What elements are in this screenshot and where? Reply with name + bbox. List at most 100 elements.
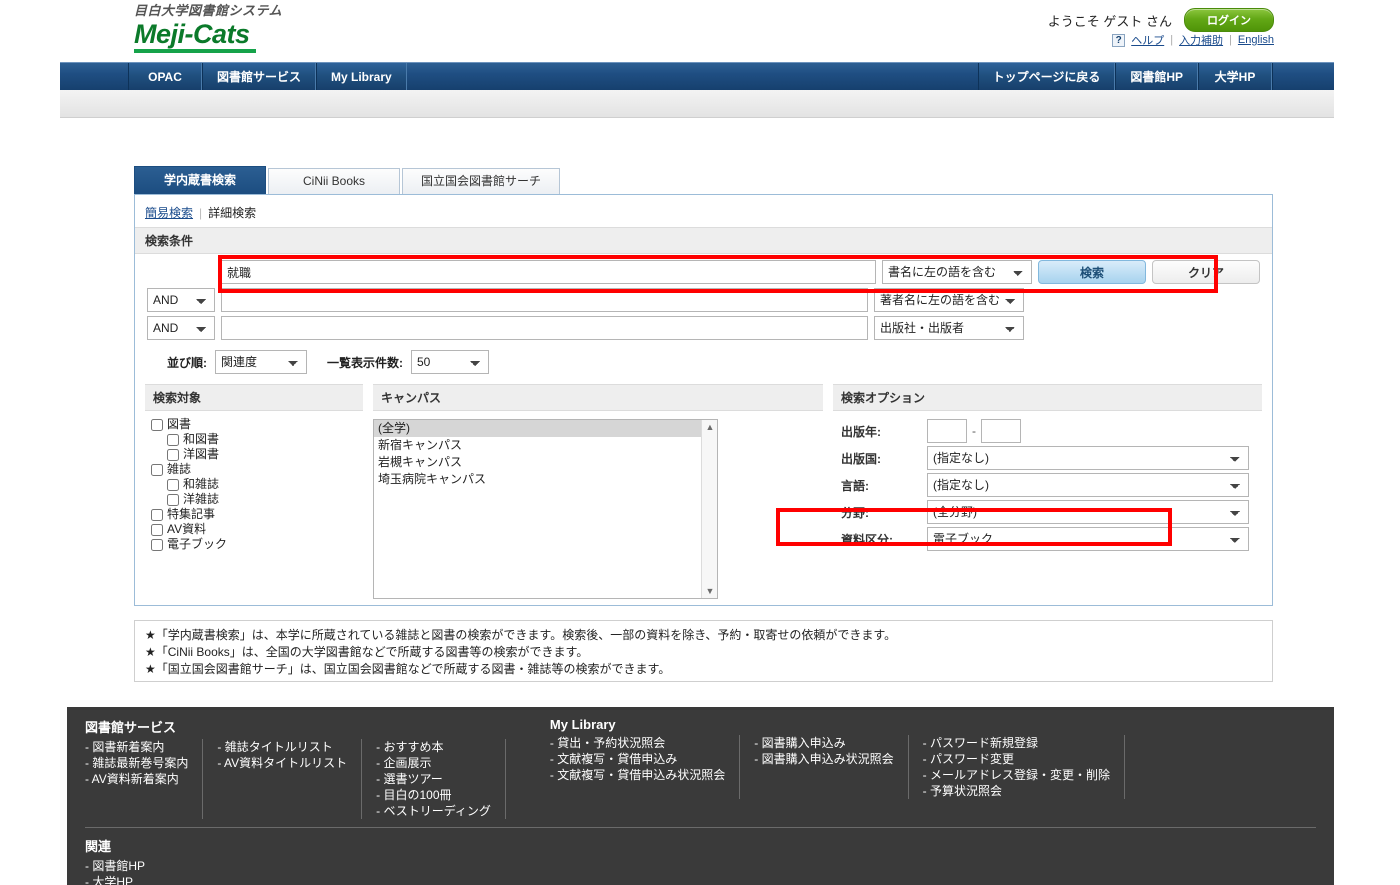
checkbox-av-shiryo[interactable] — [151, 523, 163, 536]
detailed-search-link[interactable]: 詳細検索 — [208, 206, 256, 220]
publication-year-to-input[interactable] — [981, 419, 1021, 443]
campus-option-all[interactable]: (全学) — [374, 420, 717, 437]
checkbox-item-denshi-book[interactable]: 電子ブック — [151, 537, 359, 552]
footer-title-related: 関連 — [85, 839, 112, 854]
footer-link-best-reading[interactable]: ベストリーディング — [376, 803, 491, 819]
welcome-area: ようこそ ゲスト さん ログイン — [1048, 8, 1274, 32]
search-target-header: 検索対象 — [145, 384, 363, 411]
checkbox-wa-tosho[interactable] — [167, 433, 179, 446]
nav-item-back-to-top[interactable]: トップページに戻る — [977, 63, 1116, 90]
login-button[interactable]: ログイン — [1184, 8, 1274, 32]
link-separator-1: | — [1170, 34, 1174, 46]
checkbox-item-yo-zasshi[interactable]: 洋雑誌 — [151, 492, 359, 507]
sub-navigation-bar — [60, 90, 1334, 118]
search-field-select-2[interactable]: 著者名に左の語を含む — [874, 288, 1024, 312]
scroll-down-icon[interactable]: ▼ — [705, 586, 715, 596]
campus-option-saitama-hospital[interactable]: 埼玉病院キャンパス — [374, 471, 717, 488]
campus-listbox-scrollbar[interactable]: ▲ ▼ — [701, 420, 717, 598]
site-logo[interactable]: 目白大学図書館システム Meji-Cats — [134, 3, 282, 53]
search-field-select-1[interactable]: 書名に左の語を含む — [882, 260, 1032, 284]
search-keyword-input-3[interactable] — [221, 316, 868, 340]
checkbox-label-denshi-book: 電子ブック — [167, 537, 228, 551]
campus-option-iwatsuki[interactable]: 岩槻キャンパス — [374, 454, 717, 471]
footer-link-budget-status[interactable]: 予算状況照会 — [923, 783, 1110, 799]
checkbox-denshi-book[interactable] — [151, 538, 163, 551]
scroll-up-icon[interactable]: ▲ — [705, 422, 715, 432]
footer-link-purchase-status[interactable]: 図書購入申込み状況照会 — [754, 751, 894, 767]
checkbox-wa-zasshi[interactable] — [167, 478, 179, 491]
nav-item-library-hp[interactable]: 図書館HP — [1115, 63, 1198, 90]
search-button[interactable]: 検索 — [1038, 260, 1146, 284]
footer-link-email-manage[interactable]: メールアドレス登録・変更・削除 — [923, 767, 1110, 783]
footer-group-library-service: 図書館サービス 図書新着案内 雑誌最新巻号案内 AV資料新着案内 雑誌タイトルリ… — [67, 713, 532, 819]
checkbox-item-av-shiryo[interactable]: AV資料 — [151, 522, 359, 537]
footer-link-ill-status[interactable]: 文献複写・貸借申込み状況照会 — [550, 767, 725, 783]
footer-link-journal-title-list[interactable]: 雑誌タイトルリスト — [217, 739, 347, 755]
note-line-1: ★「学内蔵書検索」は、本学に所蔵されている雑誌と図書の検索ができます。検索後、一… — [145, 628, 897, 642]
nav-item-university-hp[interactable]: 大学HP — [1198, 63, 1272, 90]
publication-year-from-input[interactable] — [927, 419, 967, 443]
footer-link-password-register[interactable]: パスワード新規登録 — [923, 735, 1110, 751]
nav-item-opac[interactable]: OPAC — [128, 63, 202, 90]
checkbox-yo-zasshi[interactable] — [167, 493, 179, 506]
checkbox-tokushu-kiji[interactable] — [151, 508, 163, 521]
footer-link-new-av[interactable]: AV資料新着案内 — [85, 771, 188, 787]
sort-order-select[interactable]: 関連度 — [215, 350, 307, 374]
footer-link-loan-status[interactable]: 貸出・予約状況照会 — [550, 735, 725, 751]
material-type-select[interactable]: 電子ブック — [927, 527, 1249, 551]
publication-country-select[interactable]: (指定なし) — [927, 446, 1249, 470]
checkbox-item-tosho[interactable]: 図書 — [151, 417, 359, 432]
input-assist-link[interactable]: 入力補助 — [1179, 32, 1223, 48]
clear-button[interactable]: クリア — [1152, 260, 1260, 284]
footer-related-section: 関連 図書館HP 大学HP — [67, 828, 1334, 885]
help-links: ? ヘルプ | 入力補助 | English — [1112, 32, 1274, 48]
tab-ndl-search[interactable]: 国立国会図書館サーチ — [402, 168, 561, 194]
footer-link-ill-request[interactable]: 文献複写・貸借申込み — [550, 751, 725, 767]
footer-column-ls-1: 図書新着案内 雑誌最新巻号案内 AV資料新着案内 — [85, 739, 204, 819]
footer-title-my-library: My Library — [549, 717, 616, 732]
checkbox-item-wa-tosho[interactable]: 和図書 — [151, 432, 359, 447]
checkbox-label-tosho: 図書 — [167, 417, 192, 431]
checkbox-item-tokushu-kiji[interactable]: 特集記事 — [151, 507, 359, 522]
boolean-operator-select-3[interactable]: AND — [147, 316, 215, 340]
search-keyword-input-2[interactable] — [221, 288, 868, 312]
checkbox-zasshi[interactable] — [151, 463, 163, 476]
footer-link-purchase-request[interactable]: 図書購入申込み — [754, 735, 893, 751]
nav-right-group: トップページに戻る 図書館HP 大学HP — [977, 63, 1334, 90]
footer-link-password-change[interactable]: パスワード変更 — [923, 751, 1110, 767]
checkbox-item-wa-zasshi[interactable]: 和雑誌 — [151, 477, 359, 492]
footer-link-university-hp[interactable]: 大学HP — [85, 874, 1334, 885]
checkbox-yo-tosho[interactable] — [167, 448, 179, 461]
checkbox-label-av-shiryo: AV資料 — [167, 522, 207, 536]
subject-field-select[interactable]: (全分野) — [927, 500, 1249, 524]
nav-item-library-service[interactable]: 図書館サービス — [202, 63, 317, 90]
footer-column-ls-2: 雑誌タイトルリスト AV資料タイトルリスト — [217, 739, 363, 819]
checkbox-item-yo-tosho[interactable]: 洋図書 — [151, 447, 359, 462]
simple-search-link[interactable]: 簡易検索 — [145, 206, 193, 220]
tab-campus-catalog[interactable]: 学内蔵書検索 — [134, 166, 266, 194]
search-keyword-input-1[interactable] — [221, 260, 876, 284]
publication-year-row: 出版年: - — [841, 419, 1258, 443]
footer-link-book-tour[interactable]: 選書ツアー — [376, 771, 491, 787]
checkbox-tosho[interactable] — [151, 418, 163, 431]
footer-link-recommended[interactable]: おすすめ本 — [376, 739, 491, 755]
footer-link-mejiro-100[interactable]: 目白の100冊 — [376, 787, 491, 803]
language-select[interactable]: (指定なし) — [927, 473, 1249, 497]
display-count-select[interactable]: 50 — [411, 350, 489, 374]
footer-link-latest-journals[interactable]: 雑誌最新巻号案内 — [85, 755, 188, 771]
footer-link-new-books[interactable]: 図書新着案内 — [85, 739, 188, 755]
boolean-operator-select-2[interactable]: AND — [147, 288, 215, 312]
english-link[interactable]: English — [1238, 34, 1274, 46]
help-link[interactable]: ヘルプ — [1131, 32, 1164, 48]
footer-link-exhibition[interactable]: 企画展示 — [376, 755, 491, 771]
language-row: 言語: (指定なし) — [841, 473, 1258, 497]
search-field-select-3[interactable]: 出版社・出版者 — [874, 316, 1024, 340]
logo-title: Meji-Cats — [134, 19, 256, 53]
footer-link-av-title-list[interactable]: AV資料タイトルリスト — [217, 755, 347, 771]
checkbox-item-zasshi[interactable]: 雑誌 — [151, 462, 359, 477]
footer-link-library-hp[interactable]: 図書館HP — [85, 858, 1334, 874]
nav-item-my-library[interactable]: My Library — [316, 63, 407, 90]
campus-option-shinjuku[interactable]: 新宿キャンパス — [374, 437, 717, 454]
campus-listbox[interactable]: (全学) 新宿キャンパス 岩槻キャンパス 埼玉病院キャンパス ▲ ▼ — [373, 419, 718, 599]
tab-cinii-books[interactable]: CiNii Books — [268, 168, 400, 194]
